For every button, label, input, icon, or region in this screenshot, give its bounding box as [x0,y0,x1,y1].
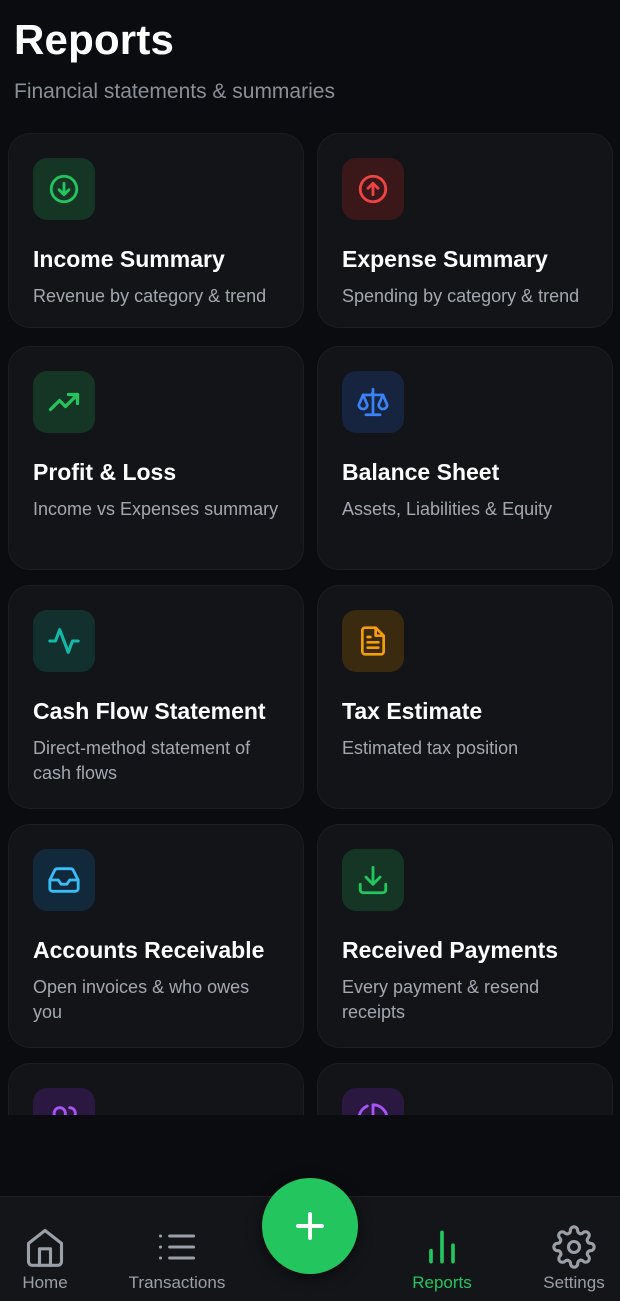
card-title: Tax Estimate [342,698,483,724]
card-description: Estimated tax position [342,738,519,758]
arrow-down-circle-icon [33,158,95,220]
card-title: Cash Flow Statement [33,698,266,724]
inbox-icon [33,849,95,911]
list-icon [158,1234,196,1260]
report-grid: Income Summary Revenue by category & tre… [0,130,620,1115]
scale-icon [342,371,404,433]
users-icon [33,1088,95,1115]
plus-icon [296,1212,324,1240]
card-tax-estimate[interactable]: Tax Estimate Estimated tax position [317,585,613,809]
page-title: Reports [14,16,175,63]
pie-chart-icon [342,1088,404,1115]
card-profit-loss[interactable]: Profit & Loss Income vs Expenses summary [8,346,304,570]
add-button[interactable] [262,1178,358,1274]
page-header: Reports Financial statements & summaries [14,14,335,104]
card-title: Received Payments [342,937,559,963]
nav-label-settings: Settings [543,1273,605,1292]
page-subtitle: Financial statements & summaries [14,80,335,103]
card-description: Direct-method statement of cash flows [33,738,251,783]
card-balance-sheet[interactable]: Balance Sheet Assets, Liabilities & Equi… [317,346,613,570]
document-icon [342,610,404,672]
card-description: Every payment & resend receipts [342,977,540,1022]
nav-item-transactions[interactable]: Transactions [117,1197,237,1301]
card-title: Expense Summary [342,246,548,272]
card-accounts-receivable[interactable]: Accounts Receivable Open invoices & who … [8,824,304,1048]
nav-item-settings[interactable]: Settings [514,1197,620,1301]
card-description: Revenue by category & trend [33,286,267,306]
card-title: Profit & Loss [33,459,177,485]
gear-icon [552,1225,596,1269]
arrow-up-circle-icon [342,158,404,220]
nav-label-transactions: Transactions [128,1273,226,1292]
activity-icon [33,610,95,672]
nav-item-home[interactable]: Home [0,1197,105,1301]
home-icon [26,1228,64,1267]
card-partial-right[interactable] [317,1063,613,1115]
card-received-payments[interactable]: Received Payments Every payment & resend… [317,824,613,1048]
card-description: Open invoices & who owes you [33,977,250,1022]
card-cash-flow-statement[interactable]: Cash Flow Statement Direct-method statem… [8,585,304,809]
nav-label-reports: Reports [412,1273,472,1292]
bar-chart-icon [429,1230,455,1264]
nav-label-home: Home [22,1273,68,1292]
card-income-summary[interactable]: Income Summary Revenue by category & tre… [8,133,304,328]
card-title: Income Summary [33,246,225,272]
card-title: Balance Sheet [342,459,500,485]
trending-up-icon [33,371,95,433]
nav-item-reports[interactable]: Reports [382,1197,502,1301]
card-title: Accounts Receivable [33,937,265,963]
card-description: Assets, Liabilities & Equity [342,499,553,519]
card-description: Income vs Expenses summary [33,499,279,519]
download-icon [342,849,404,911]
card-partial-left[interactable] [8,1063,304,1115]
card-description: Spending by category & trend [342,286,580,306]
card-expense-summary[interactable]: Expense Summary Spending by category & t… [317,133,613,328]
